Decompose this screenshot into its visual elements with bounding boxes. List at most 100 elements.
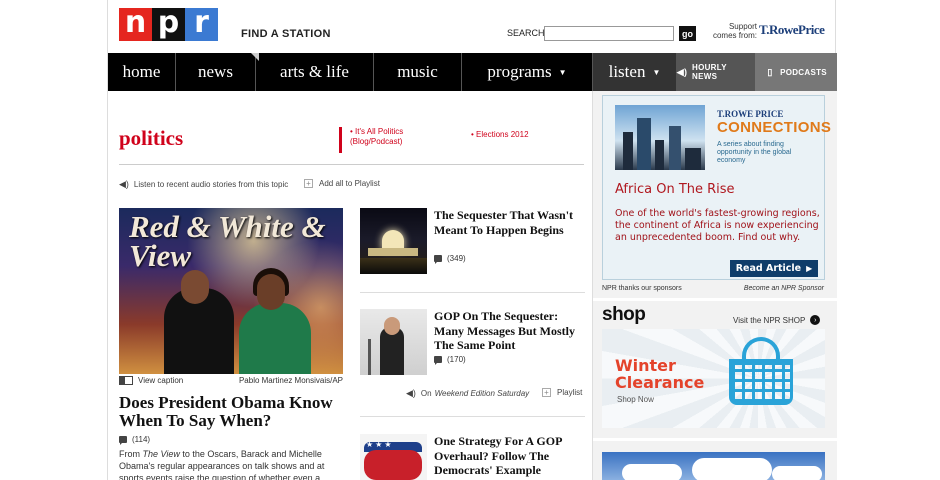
sponsor-logo[interactable]: T.RowePrice (759, 22, 825, 38)
cloud-shape (772, 466, 822, 480)
chevron-down-icon: ▼ (558, 67, 567, 77)
nav-arts-life[interactable]: arts & life (256, 53, 374, 91)
nav-podcasts-label: PODCASTS (780, 67, 827, 77)
comment-bubble-icon (434, 255, 442, 264)
nav-listen-label: listen (608, 62, 646, 81)
add-all-label: Add all to Playlist (319, 179, 380, 188)
caption-icon (119, 376, 133, 385)
shop-now-link[interactable]: Shop Now (617, 395, 654, 404)
plus-icon: + (542, 388, 551, 397)
star-icons: ★★★ (366, 440, 394, 449)
list-item: ★★★ One Strategy For A GOP Overhaul? Fol… (360, 434, 585, 480)
sponsor-ad[interactable]: T.ROWE PRICE CONNECTIONS A series about … (602, 95, 831, 280)
lead-story-photo[interactable]: Red & White & View (119, 208, 343, 374)
story-divider (360, 416, 585, 417)
teaser-show-name: The View (142, 449, 180, 459)
read-article-button[interactable]: Read Article ▶ (730, 260, 818, 277)
photo-credit: Pablo Martinez Monsivais/AP (238, 376, 343, 385)
elephant-red-body (364, 450, 422, 480)
story-comment-count[interactable]: (349) (434, 254, 466, 264)
nav-news[interactable]: news (176, 53, 256, 91)
lead-comment-count-label: (114) (132, 435, 151, 444)
lead-comment-count[interactable]: (114) (119, 435, 151, 445)
search-go-button[interactable]: go (679, 26, 696, 41)
nav-arts-life-label: arts & life (280, 62, 349, 81)
podcast-icon: ▯ (767, 66, 773, 77)
story-comment-count[interactable]: (170) (434, 355, 466, 365)
section-divider (119, 164, 584, 165)
read-article-label: Read Article (735, 263, 802, 274)
view-caption-label: View caption (138, 376, 184, 385)
story-thumbnail-capitol[interactable] (360, 208, 427, 274)
promo-sky-photo[interactable] (602, 452, 825, 480)
listen-recent-link[interactable]: ◀) Listen to recent audio stories from t… (119, 179, 288, 190)
logo-letter-n: n (119, 7, 152, 41)
story-headline[interactable]: One Strategy For A GOP Overhaul? Follow … (434, 434, 585, 478)
shop-banner[interactable]: Winter Clearance Shop Now (602, 329, 825, 428)
related-link-politics-blog-label: It's All Politics (Blog/Podcast) (350, 127, 404, 146)
shopping-basket-icon (729, 359, 793, 405)
comment-bubble-icon (119, 436, 127, 445)
chevron-down-icon: ▼ (652, 67, 661, 77)
skyline-tower (685, 148, 701, 170)
audio-program-link[interactable]: ◀) On Weekend Edition Saturday (406, 388, 529, 399)
nav-news-label: news (198, 62, 233, 81)
cloud-shape (622, 464, 682, 480)
microphone-stand-shape (368, 339, 371, 375)
sidebar-divider (593, 438, 838, 441)
visit-shop-label: Visit the NPR SHOP (733, 315, 806, 325)
nav-hourly-news-label: HOURLY NEWS (692, 63, 727, 81)
comment-bubble-icon (434, 356, 442, 365)
speaker-head-shape (384, 317, 400, 335)
skyline-tower (669, 126, 681, 170)
visit-shop-link[interactable]: Visit the NPR SHOP › (733, 315, 821, 325)
teaser-prefix: From (119, 449, 143, 459)
story-headline[interactable]: GOP On The Sequester: Many Messages But … (434, 309, 585, 353)
add-to-playlist-label: Playlist (557, 388, 583, 397)
lead-story-headline[interactable]: Does President Obama Know When To Say Wh… (119, 394, 343, 430)
sponsor-thanks-text: NPR thanks our sponsors (602, 285, 682, 292)
related-link-politics-blog[interactable]: • It's All Politics (Blog/Podcast) (350, 127, 420, 147)
find-station-link[interactable]: FIND A STATION (241, 28, 331, 40)
photo-show-title: Red & White & View (129, 209, 326, 273)
logo-letter-r: r (185, 7, 218, 41)
story-thumbnail-gop-elephant[interactable]: ★★★ (360, 434, 427, 480)
support-text: Support comes from: (712, 22, 757, 40)
shop-banner-headline: Winter Clearance (615, 357, 704, 391)
cloud-shape (692, 458, 772, 480)
nav-podcasts[interactable]: ▯ PODCASTS (755, 53, 837, 91)
right-sidebar: T.ROWE PRICE CONNECTIONS A series about … (592, 91, 838, 480)
story-thumbnail-gop[interactable] (360, 309, 427, 375)
nav-programs-label: programs (487, 62, 552, 81)
nav-hourly-news[interactable]: ◀) HOURLY NEWS (677, 53, 755, 91)
photo-figure-woman (239, 303, 311, 374)
ad-skyline-photo (615, 105, 705, 170)
skyline-tower (637, 118, 651, 170)
nav-listen[interactable]: listen ▼ (593, 53, 677, 91)
nav-music[interactable]: music (374, 53, 462, 91)
plus-icon: + (304, 179, 313, 188)
ad-headline: Africa On The Rise (615, 182, 735, 197)
skyline-tower (655, 140, 664, 170)
page-container: n p r FIND A STATION SEARCH go Support c… (107, 0, 838, 480)
photo-figure-man-head (181, 270, 209, 304)
speaker-icon: ◀) (119, 179, 129, 189)
nav-programs[interactable]: programs ▼ (462, 53, 593, 91)
nav-home[interactable]: home (108, 53, 176, 91)
nav-home-label: home (122, 62, 161, 81)
shop-heading: shop (602, 304, 646, 325)
audio-on-prefix: On (420, 389, 432, 398)
capitol-base-shape (368, 248, 418, 256)
add-to-playlist-link[interactable]: + Playlist (542, 388, 582, 397)
become-sponsor-link[interactable]: Become an NPR Sponsor (744, 285, 824, 292)
view-caption-button[interactable]: View caption (119, 376, 183, 385)
related-link-elections[interactable]: • Elections 2012 (471, 130, 529, 140)
nav-music-label: music (397, 62, 438, 81)
npr-logo[interactable]: n p r (119, 7, 218, 41)
list-item: GOP On The Sequester: Many Messages But … (360, 309, 585, 379)
add-all-playlist-link[interactable]: + Add all to Playlist (304, 179, 380, 188)
search-input[interactable] (544, 26, 674, 41)
story-comment-count-label: (349) (447, 254, 466, 263)
speaker-icon: ◀) (676, 66, 688, 77)
story-headline[interactable]: The Sequester That Wasn't Meant To Happe… (434, 208, 585, 237)
